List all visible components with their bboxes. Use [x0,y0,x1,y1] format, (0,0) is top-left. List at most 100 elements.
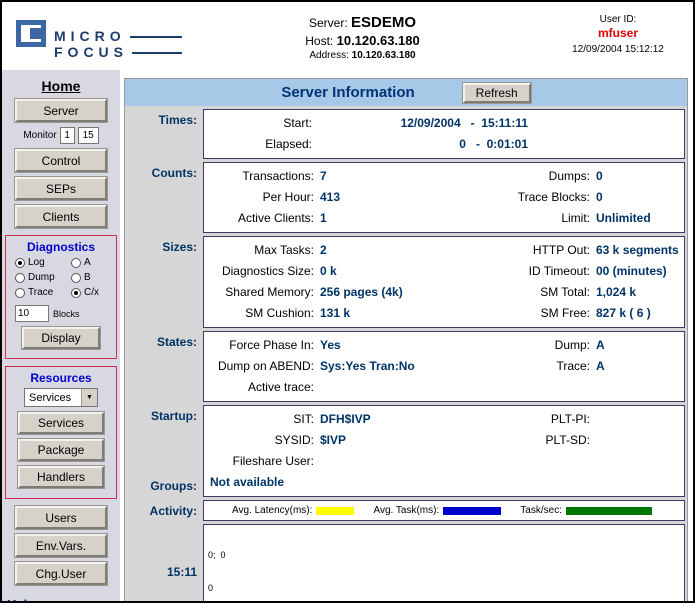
b-radio-label: B [84,272,91,283]
field-label: SIT: [208,409,318,430]
header: MICRO FOCUS Server: ESDEMO Host: 10.120.… [2,2,693,70]
field-label: SM Cushion: [208,303,318,324]
trace-radio-label: Trace [28,287,53,298]
sample-time-label: 15:11 [125,524,203,603]
chg-user-button[interactable]: Chg.User [15,562,107,585]
times-row: Times: Start: 12/09/2004 - 15:11:11 Elap… [125,109,687,159]
states-box: Force Phase In:Yes Dump:A Dump on ABEND:… [203,331,685,402]
sizes-row: Sizes: Max Tasks:2 HTTP Out:63 k segment… [125,236,687,328]
field-label: Diagnostics Size: [208,261,318,282]
resources-select[interactable]: Services ▼ [24,388,98,407]
server-label: Server: [309,16,348,30]
resources-title: Resources [8,371,114,385]
activity-row-label: Activity: [125,500,203,521]
cx-radio-control [71,288,81,298]
field-value: A [594,335,680,356]
field-value [594,451,680,472]
field-value [594,409,680,430]
resources-panel: Resources Services ▼ Services Package Ha… [5,366,117,499]
latency-label: Avg. Latency(ms): [232,505,312,516]
server-information-table: Server Information Refresh Times: Start:… [124,78,688,603]
sample-values-box: 0; 0 0 [203,524,685,603]
a-radio[interactable]: A [71,257,107,268]
task-bar [443,507,501,515]
field-value: 131 k [318,303,468,324]
activity-box: Avg. Latency(ms): Avg. Task(ms): Task/se… [203,500,685,521]
field-label: SM Free: [468,303,594,324]
trace-radio-control [15,288,25,298]
monitor-duration-input[interactable] [78,127,99,144]
address-value: 10.120.63.180 [352,50,416,61]
server-button[interactable]: Server [15,99,107,122]
cx-radio[interactable]: C/x [71,287,107,298]
groups-row-label: Groups: [125,479,197,493]
field-value: 1 [318,208,468,229]
field-value: 2 [318,240,468,261]
field-value: 63 k segments [594,240,680,261]
field-value [318,377,468,398]
refresh-button-top[interactable]: Refresh [463,83,531,103]
services-button[interactable]: Services [18,412,104,434]
dump-radio[interactable]: Dump [15,272,71,283]
tasksec-bar [566,507,652,515]
states-row-label: States: [125,331,203,402]
counts-box: Transactions:7 Dumps:0 Per Hour:413 Trac… [203,162,685,233]
sizes-box: Max Tasks:2 HTTP Out:63 k segments Diagn… [203,236,685,328]
user-block: User ID: mfuser 12/09/2004 15:12:12 [543,2,693,70]
activity-row: Activity: Avg. Latency(ms): Avg. Task(ms… [125,500,687,521]
microfocus-logo: MICRO FOCUS [2,2,182,70]
diagnostics-title: Diagnostics [8,240,114,254]
field-value: 00 (minutes) [594,261,680,282]
field-label: HTTP Out: [468,240,594,261]
field-label [468,451,594,472]
server-identity: Server: ESDEMO Host: 10.120.63.180 Addre… [182,2,543,70]
log-radio-control [15,258,25,268]
startup-box: SIT:DFH$IVP PLT-PI: SYSID:$IVP PLT-SD: F… [203,405,685,497]
field-value: 0 k [318,261,468,282]
log-radio-label: Log [28,257,45,268]
activity-sample-row: 15:11 0; 0 0 [125,524,687,603]
home-link[interactable]: Home [2,78,120,94]
field-value: 7 [318,166,468,187]
display-button[interactable]: Display [22,327,100,349]
package-button[interactable]: Package [18,439,104,461]
microfocus-logo-icon [16,20,46,47]
field-value: DFH$IVP [318,409,468,430]
field-label: PLT-PI: [468,409,594,430]
start-label: Start: [208,113,316,134]
elapsed-value: 0 - 0:01:01 [316,134,528,155]
field-label: Per Hour: [208,187,318,208]
b-radio-control [71,273,81,283]
tasksec-label: Task/sec: [520,505,562,516]
startup-row: Startup: Groups: SIT:DFH$IVP PLT-PI: SYS… [125,405,687,497]
user-id-label: User ID: [543,14,693,25]
seps-button[interactable]: SEPs [15,177,107,200]
sizes-row-label: Sizes: [125,236,203,328]
field-label [468,377,594,398]
blocks-label: Blocks [53,309,80,319]
b-radio[interactable]: B [71,272,107,283]
field-label: Limit: [468,208,594,229]
field-label: ID Timeout: [468,261,594,282]
start-value: 12/09/2004 - 15:11:11 [316,113,528,134]
handlers-button[interactable]: Handlers [18,466,104,488]
user-id: mfuser [543,26,693,40]
page: MICRO FOCUS Server: ESDEMO Host: 10.120.… [0,0,695,603]
field-label: SYSID: [208,430,318,451]
field-value: 413 [318,187,468,208]
log-radio[interactable]: Log [15,257,71,268]
control-button[interactable]: Control [15,149,107,172]
chevron-down-icon[interactable]: ▼ [81,389,97,406]
page-title: Server Information [281,84,414,101]
trace-radio[interactable]: Trace [15,287,71,298]
field-value: 0 [594,187,680,208]
monitor-interval-input[interactable] [60,127,75,144]
env-vars-button[interactable]: Env.Vars. [15,534,107,557]
clients-button[interactable]: Clients [15,205,107,228]
field-label: Dump: [468,335,594,356]
users-button[interactable]: Users [15,506,107,529]
field-label: Shared Memory: [208,282,318,303]
startup-row-label: Startup: [125,409,197,423]
sample-line-2: 0 [208,583,680,594]
blocks-input[interactable] [15,305,49,322]
